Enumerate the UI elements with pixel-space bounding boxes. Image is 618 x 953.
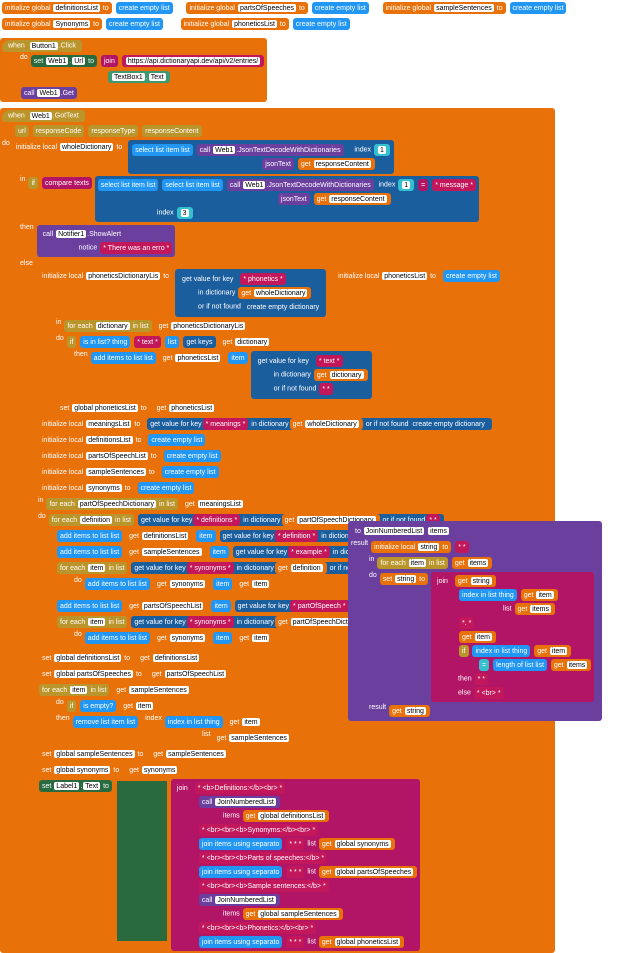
init-global-sample[interactable]: initialize global sampleSentences to bbox=[383, 2, 506, 14]
to-label: to bbox=[103, 5, 109, 12]
init-phonetics-dict[interactable]: initialize local phoneticsDictionaryLis … bbox=[39, 270, 172, 282]
init-global-synonyms[interactable]: initialize global Synonyms to bbox=[2, 18, 102, 30]
init-global-phonetics[interactable]: initialize global phoneticsList to bbox=[181, 18, 289, 30]
error-text[interactable]: * There was an erro * bbox=[100, 242, 172, 254]
call-notifier[interactable]: call Notifier1.ShowAlert notice * There … bbox=[37, 225, 176, 257]
init-global-pos[interactable]: initialize global partsOfSpeeches to bbox=[186, 2, 307, 14]
param[interactable]: responseCode bbox=[33, 125, 85, 137]
do-label: do bbox=[20, 54, 28, 68]
create-empty-list[interactable]: create empty list bbox=[312, 2, 369, 14]
do-label: do bbox=[2, 140, 10, 174]
get-value-phonetics[interactable]: get value for key * phonetics * in dicti… bbox=[175, 269, 326, 317]
set-url[interactable]: set Web1. Url to bbox=[31, 55, 97, 67]
init-local-wholedict[interactable]: initialize local wholeDictionary to bbox=[13, 141, 125, 153]
then-label: then bbox=[20, 224, 34, 258]
index-1[interactable]: 1 bbox=[374, 144, 390, 156]
else-label: else bbox=[20, 260, 33, 267]
green-spacer bbox=[117, 781, 167, 941]
select-list-item[interactable]: select list item list call Web1.JsonText… bbox=[128, 140, 394, 174]
foreach-definition[interactable]: for each definition in list bbox=[49, 514, 134, 526]
join-block[interactable]: join bbox=[101, 55, 118, 67]
is-empty[interactable]: is empty? bbox=[80, 700, 116, 712]
remove-item[interactable]: remove list item list bbox=[73, 716, 139, 728]
if-block[interactable]: if bbox=[28, 177, 38, 189]
create-empty-list[interactable]: create empty list bbox=[510, 2, 567, 14]
select-list-nested[interactable]: select list item list select list item l… bbox=[95, 176, 479, 222]
get-value-meanings[interactable]: get value for key * meanings * in dictio… bbox=[147, 418, 492, 430]
compare-texts[interactable]: compare texts bbox=[42, 177, 92, 189]
event-header: when Button1.Click bbox=[2, 40, 82, 52]
param[interactable]: url bbox=[15, 125, 29, 137]
is-in-list[interactable]: is in list? thing bbox=[80, 336, 130, 348]
init-meanings[interactable]: initialize local meaningsList to bbox=[39, 418, 143, 430]
create-empty-list[interactable]: create empty list bbox=[116, 2, 173, 14]
foreach-pos[interactable]: for each partOfSpeechDictionary in list bbox=[46, 498, 177, 510]
add-items[interactable]: add items to list list bbox=[91, 352, 156, 364]
textbox-text[interactable]: TextBox1. Text bbox=[108, 71, 170, 83]
join-big[interactable]: join * <b>Definitions:</b><br> * call Jo… bbox=[171, 779, 420, 951]
button-click-event[interactable]: when Button1.Click do set Web1. Url to j… bbox=[0, 38, 267, 102]
event-header: when Web1.GotText bbox=[2, 110, 85, 122]
param[interactable]: responseContent bbox=[142, 125, 201, 137]
call-json[interactable]: call Web1.JsonTextDecodeWithDictionaries bbox=[197, 144, 344, 156]
equals[interactable]: = bbox=[418, 179, 428, 191]
init-global-definitions[interactable]: initialize global definitionsList to bbox=[2, 2, 112, 14]
get-keys[interactable]: get keys bbox=[183, 336, 215, 348]
init-phonetics-list[interactable]: initialize local phoneticsList to bbox=[335, 270, 439, 282]
create-empty-list[interactable]: create empty list bbox=[293, 18, 350, 30]
call-web-get[interactable]: call Web1.Get bbox=[21, 87, 77, 99]
var-name: definitionsList bbox=[53, 4, 99, 12]
in-label: in bbox=[20, 176, 25, 222]
foreach-dict[interactable]: for each dictionary in list bbox=[64, 320, 151, 332]
set-label-text[interactable]: set Label1. Text to bbox=[39, 780, 112, 792]
param[interactable]: responseType bbox=[88, 125, 138, 137]
label: initialize global bbox=[5, 5, 51, 12]
get-response[interactable]: get responseContent bbox=[298, 158, 375, 170]
set-global-phonetics[interactable]: set global phoneticsList to bbox=[57, 402, 150, 414]
procedure-join-numbered[interactable]: to JoinNumberedList items result initial… bbox=[348, 521, 602, 721]
create-empty-list[interactable]: create empty list bbox=[106, 18, 163, 30]
url-literal[interactable]: https://api.dictionaryapi.dev/api/v2/ent… bbox=[122, 55, 264, 67]
